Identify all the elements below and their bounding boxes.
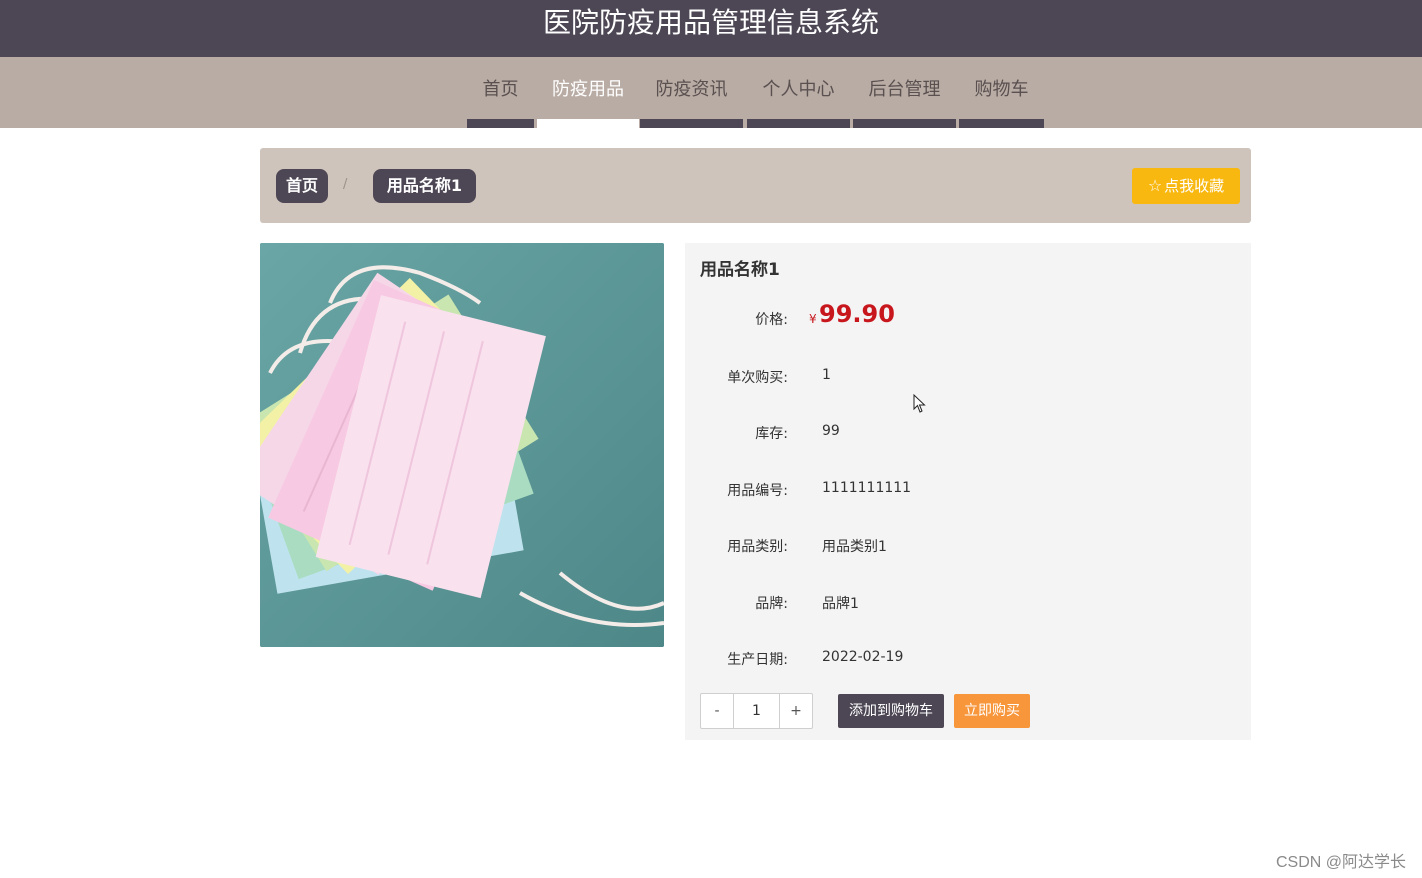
nav-underline-active — [537, 119, 639, 128]
nav-item-news[interactable]: 防疫资讯 — [640, 57, 743, 128]
product-info-panel: 用品名称1 价格: ¥ 99.90 单次购买: 1 库存: 99 用品编号: 1… — [685, 243, 1251, 740]
quantity-input[interactable] — [734, 694, 779, 728]
field-value: 99 — [822, 423, 840, 439]
nav-item-label: 个人中心 — [762, 79, 835, 100]
field-row: 品牌: 品牌1 — [685, 593, 1251, 617]
nav-item-label: 防疫资讯 — [655, 79, 728, 100]
field-value: 2022-02-19 — [822, 649, 904, 665]
nav-item-label: 购物车 — [974, 79, 1029, 100]
favorite-button[interactable]: ☆ 点我收藏 — [1132, 168, 1240, 204]
breadcrumb-current[interactable]: 用品名称1 — [373, 169, 476, 203]
nav-item-cart[interactable]: 购物车 — [959, 57, 1044, 128]
field-label: 单次购买: — [727, 370, 788, 386]
nav-item-home[interactable]: 首页 — [467, 57, 534, 128]
field-row: 库存: 99 — [685, 423, 1251, 447]
nav-underline — [747, 119, 850, 128]
breadcrumb-home[interactable]: 首页 — [276, 169, 328, 203]
quantity-stepper: - + — [700, 693, 813, 729]
nav-item-label: 防疫用品 — [552, 79, 624, 100]
field-value: 1 — [822, 367, 831, 383]
nav-underline — [959, 119, 1044, 128]
field-label: 品牌: — [755, 596, 788, 612]
field-value: 1111111111 — [822, 480, 912, 496]
nav-item-label: 后台管理 — [868, 79, 941, 100]
nav-item-admin[interactable]: 后台管理 — [853, 57, 956, 128]
field-row: 生产日期: 2022-02-19 — [685, 649, 1251, 673]
site-header: 医院防疫用品管理信息系统 — [0, 0, 1422, 57]
field-row: 单次购买: 1 — [685, 367, 1251, 391]
nav-item-supplies[interactable]: 防疫用品 — [537, 57, 639, 128]
product-image — [260, 243, 664, 647]
field-label: 用品类别: — [727, 539, 788, 555]
field-value: 品牌1 — [822, 596, 859, 612]
breadcrumb-separator: / — [343, 177, 348, 192]
field-row: 用品编号: 1111111111 — [685, 480, 1251, 504]
price-currency: ¥ — [809, 312, 817, 326]
nav-item-profile[interactable]: 个人中心 — [747, 57, 850, 128]
field-value: 用品类别1 — [822, 539, 887, 555]
favorite-label: 点我收藏 — [1164, 177, 1225, 195]
nav-underline — [853, 119, 956, 128]
breadcrumb: 首页 / 用品名称1 ☆ 点我收藏 — [260, 148, 1251, 223]
field-label: 用品编号: — [727, 483, 788, 499]
star-outline-icon: ☆ — [1147, 176, 1163, 195]
mouse-cursor-icon — [913, 393, 927, 418]
main-nav: 首页 防疫用品 防疫资讯 个人中心 后台管理 购物车 — [0, 57, 1422, 128]
field-label: 生产日期: — [727, 652, 788, 668]
price-label: 价格: — [755, 312, 788, 328]
product-name: 用品名称1 — [700, 260, 780, 280]
nav-item-label: 首页 — [482, 79, 519, 100]
field-label: 库存: — [755, 426, 788, 442]
watermark: CSDN @阿达学长 — [1275, 854, 1406, 871]
add-to-cart-button[interactable]: 添加到购物车 — [838, 694, 944, 728]
quantity-decrement-button[interactable]: - — [701, 694, 734, 728]
price-value: 99.90 — [819, 300, 895, 328]
buy-now-button[interactable]: 立即购买 — [954, 694, 1030, 728]
price-row: 价格: — [685, 309, 1251, 333]
nav-underline — [467, 119, 534, 128]
quantity-increment-button[interactable]: + — [779, 694, 812, 728]
field-row: 用品类别: 用品类别1 — [685, 536, 1251, 560]
site-title: 医院防疫用品管理信息系统 — [542, 6, 879, 39]
nav-underline — [640, 119, 743, 128]
